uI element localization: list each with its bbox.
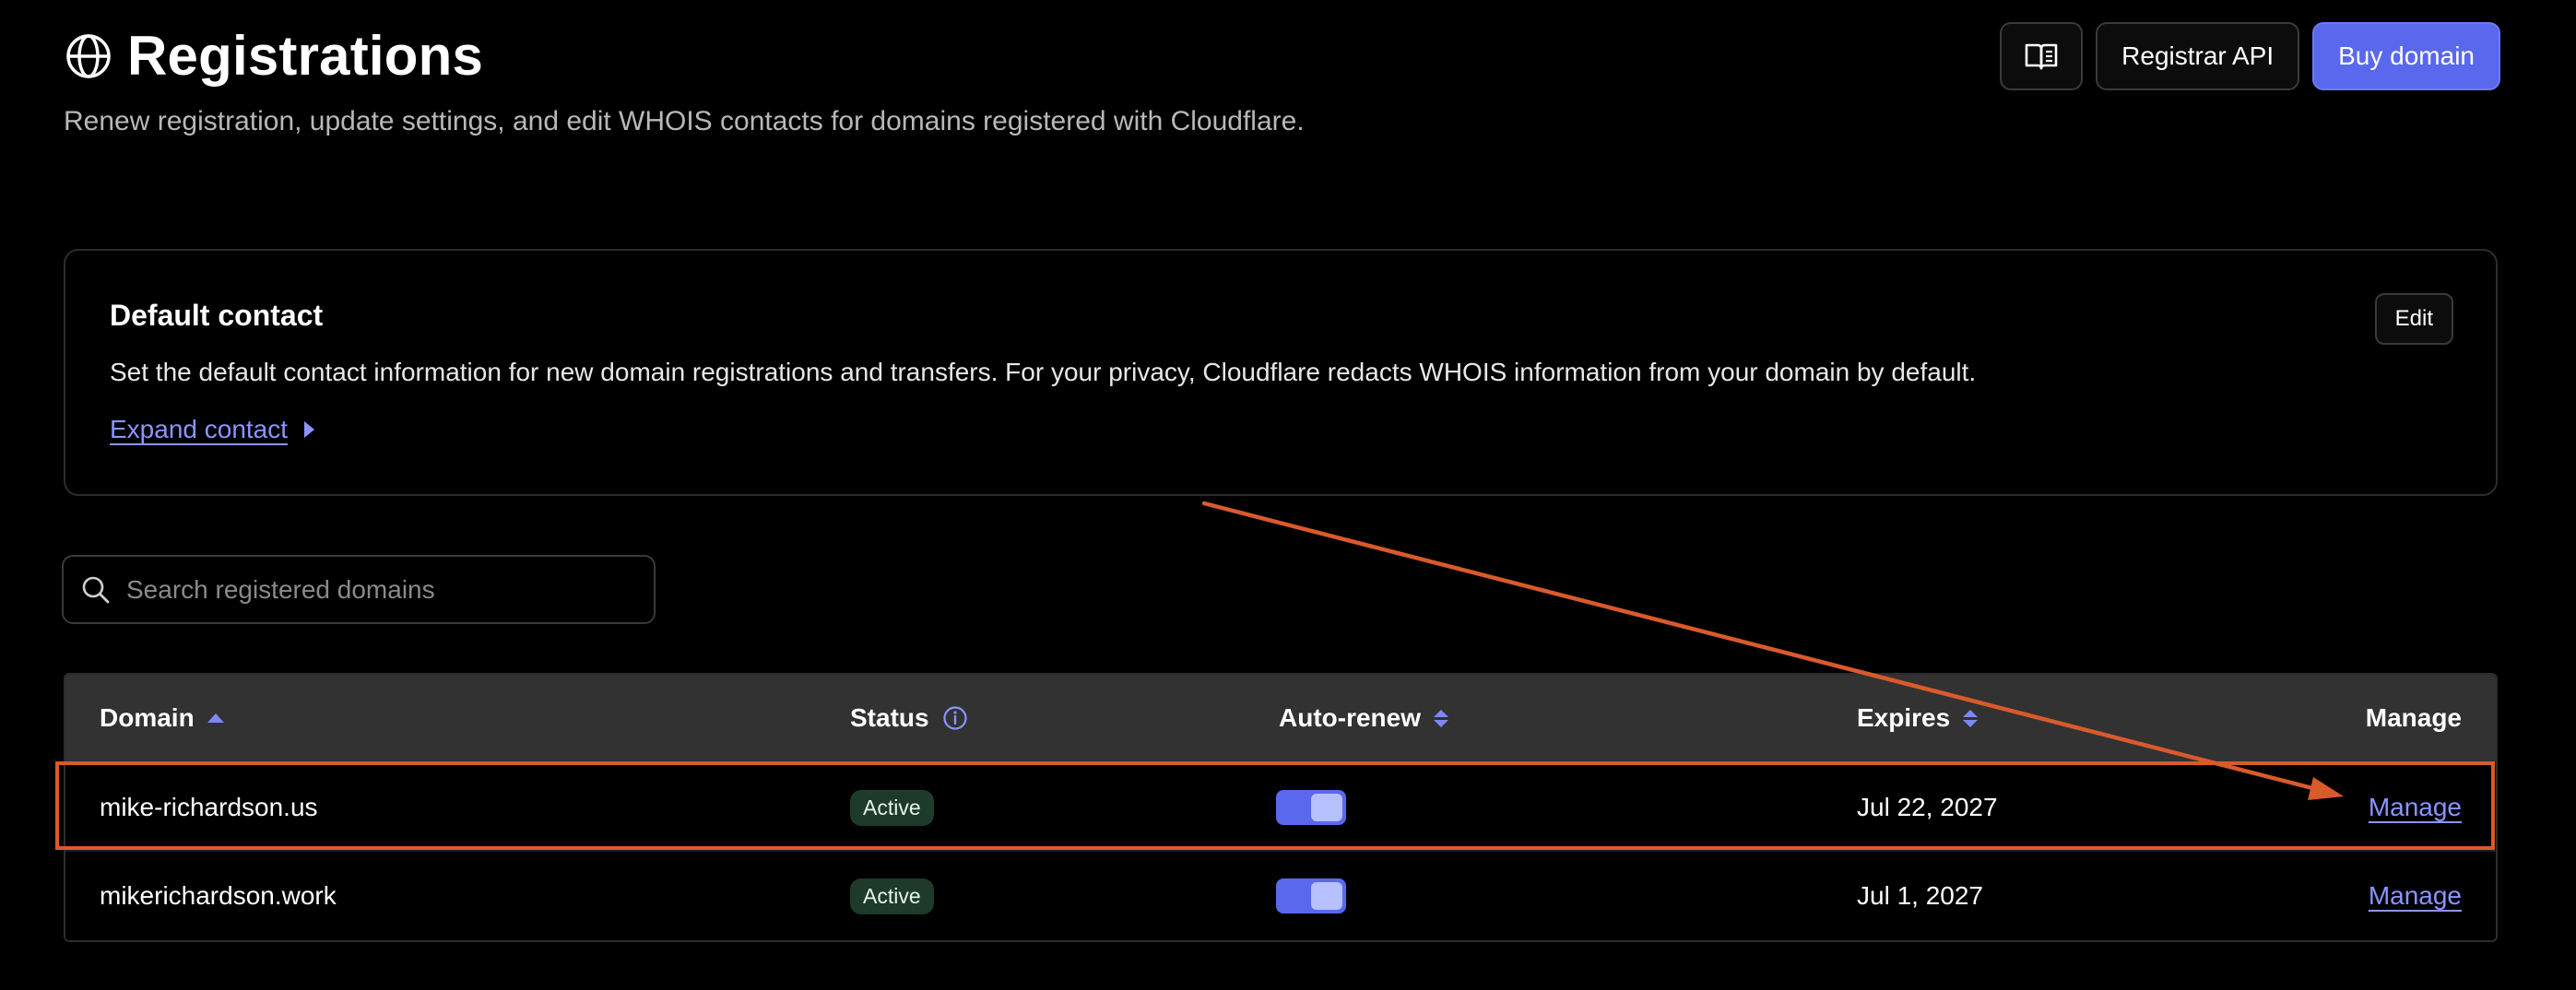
info-icon[interactable] <box>942 705 968 731</box>
status-cell: Active <box>850 852 934 940</box>
auto-renew-cell <box>1276 852 1346 940</box>
expand-contact-link[interactable]: Expand contact <box>110 415 315 444</box>
expires-cell: Jul 1, 2027 <box>1857 881 1983 910</box>
column-domain-label: Domain <box>100 703 195 732</box>
search-box <box>62 555 656 624</box>
domains-table: Domain Status Auto-renew Expires Manage … <box>64 673 2498 942</box>
expand-contact-label: Expand contact <box>110 415 289 443</box>
manage-link[interactable]: Manage <box>2369 793 2462 822</box>
table-row: mike-richardson.us Active Jul 22, 2027 M… <box>65 761 2496 850</box>
search-icon <box>82 576 110 603</box>
column-status-label: Status <box>850 703 929 732</box>
column-manage: Manage <box>2366 675 2462 761</box>
status-badge: Active <box>850 789 934 826</box>
manage-link[interactable]: Manage <box>2369 881 2462 911</box>
domain-cell: mikerichardson.work <box>100 881 337 910</box>
page-title: Registrations <box>127 25 484 87</box>
column-manage-label: Manage <box>2365 703 2462 732</box>
column-expires[interactable]: Expires <box>1857 675 1979 761</box>
globe-icon <box>66 33 111 78</box>
auto-renew-toggle[interactable] <box>1276 790 1346 825</box>
column-expires-label: Expires <box>1857 703 1951 732</box>
header-actions: Registrar API Buy domain <box>2000 22 2500 90</box>
auto-renew-toggle[interactable] <box>1276 878 1346 913</box>
sort-icon <box>1963 709 1979 727</box>
auto-renew-cell <box>1276 763 1346 852</box>
manage-cell: Manage <box>2369 852 2462 940</box>
page-subtitle: Renew registration, update settings, and… <box>64 106 1305 136</box>
registrations-page: Registrations Renew registration, update… <box>0 0 2576 990</box>
column-domain[interactable]: Domain <box>100 675 224 761</box>
documentation-button[interactable] <box>2000 22 2084 90</box>
sort-icon <box>1434 709 1448 727</box>
manage-cell: Manage <box>2369 763 2462 852</box>
domain-cell: mike-richardson.us <box>100 793 318 821</box>
toggle-knob <box>1311 882 1342 910</box>
status-cell: Active <box>850 763 934 852</box>
title-row: Registrations <box>65 24 483 88</box>
search-input[interactable] <box>126 574 654 605</box>
sort-ascending-icon <box>207 713 224 723</box>
column-status: Status <box>850 675 968 761</box>
table-row: mikerichardson.work Active Jul 1, 2027 M… <box>65 850 2496 938</box>
caret-right-icon <box>304 421 315 438</box>
contact-title: Default contact <box>110 299 324 332</box>
status-badge: Active <box>850 878 934 914</box>
toggle-knob <box>1311 794 1342 821</box>
default-contact-card: Default contact Set the default contact … <box>64 249 2498 496</box>
expires-cell: Jul 22, 2027 <box>1857 793 1998 821</box>
buy-domain-button[interactable]: Buy domain <box>2312 22 2500 90</box>
column-auto-renew-label: Auto-renew <box>1279 703 1421 732</box>
edit-contact-button[interactable]: Edit <box>2374 293 2453 345</box>
book-icon <box>2025 43 2058 70</box>
contact-description: Set the default contact information for … <box>110 358 1977 386</box>
table-header: Domain Status Auto-renew Expires Manage <box>65 675 2496 761</box>
registrar-api-button[interactable]: Registrar API <box>2096 22 2300 90</box>
column-auto-renew[interactable]: Auto-renew <box>1279 675 1448 761</box>
